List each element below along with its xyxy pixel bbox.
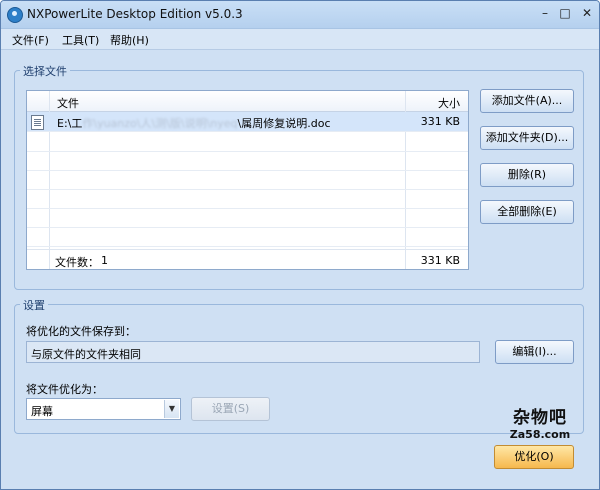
maximize-button[interactable]: □	[557, 6, 573, 20]
total-size-value: 331 KB	[420, 254, 460, 267]
remove-all-button[interactable]: 全部删除(E)	[480, 200, 574, 224]
optimize-for-select[interactable]: 屏幕 ▼	[26, 398, 181, 420]
empty-row	[27, 132, 468, 152]
watermark-logo: 杂物吧 Za58.com	[504, 403, 576, 441]
empty-row	[27, 227, 468, 247]
empty-row	[27, 170, 468, 190]
file-count-label: 文件数：	[55, 256, 99, 269]
file-list[interactable]: 文件 大小 E:\工作\yuanzo\人\测\版\说明\nyeq\属周修复说明.…	[26, 90, 469, 270]
window-title: NXPowerLite Desktop Edition v5.0.3	[27, 7, 243, 21]
optimize-button[interactable]: 优化(O)	[494, 445, 574, 469]
file-list-header: 文件 大小	[27, 91, 468, 112]
column-header-name[interactable]: 文件	[57, 95, 79, 111]
file-size: 331 KB	[420, 115, 460, 128]
settings-legend: 设置	[20, 297, 48, 313]
file-path: E:\工作\yuanzo\人\测\版\说明\nyeq\属周修复说明.doc	[57, 117, 331, 130]
menu-tools[interactable]: 工具(T)	[62, 32, 99, 48]
chevron-down-icon[interactable]: ▼	[164, 400, 179, 418]
column-header-size[interactable]: 大小	[438, 95, 460, 111]
file-list-footer: 文件数： 1 331 KB	[27, 249, 468, 269]
file-count-value: 1	[101, 254, 108, 267]
add-files-button[interactable]: 添加文件(A)...	[480, 89, 574, 113]
save-to-label: 将优化的文件保存到：	[26, 325, 136, 338]
close-button[interactable]: ✕	[579, 6, 595, 20]
settings-button: 设置(S)	[191, 397, 270, 421]
doc-file-icon	[31, 115, 44, 130]
edit-button[interactable]: 编辑(I)...	[495, 340, 574, 364]
optimize-for-label: 将文件优化为：	[26, 383, 103, 396]
title-bar[interactable]: NXPowerLite Desktop Edition v5.0.3 – □ ✕	[1, 1, 599, 29]
menu-file[interactable]: 文件(F)	[12, 32, 49, 48]
empty-row	[27, 208, 468, 228]
app-logo-icon	[7, 7, 23, 23]
save-to-field: 与原文件的文件夹相同	[26, 341, 480, 363]
add-folder-button[interactable]: 添加文件夹(D)...	[480, 126, 574, 150]
watermark-text: 杂物吧	[513, 408, 567, 428]
app-window: NXPowerLite Desktop Edition v5.0.3 – □ ✕…	[0, 0, 600, 490]
minimize-button[interactable]: –	[537, 6, 553, 20]
file-selection-legend: 选择文件	[20, 63, 70, 79]
empty-row	[27, 151, 468, 171]
menu-help[interactable]: 帮助(H)	[110, 32, 149, 48]
menu-bar: 文件(F) 工具(T) 帮助(H)	[1, 29, 599, 50]
empty-row	[27, 189, 468, 209]
file-row[interactable]: E:\工作\yuanzo\人\测\版\说明\nyeq\属周修复说明.doc 33…	[27, 112, 468, 132]
remove-button[interactable]: 删除(R)	[480, 163, 574, 187]
watermark-url: Za58.com	[509, 428, 571, 441]
optimize-for-value: 屏幕	[31, 405, 53, 418]
